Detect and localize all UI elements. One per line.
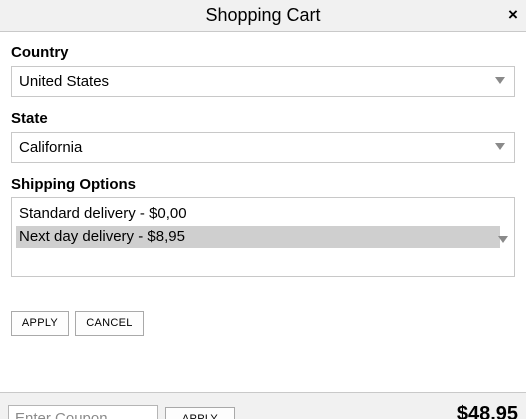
chevron-down-icon[interactable]: [498, 236, 508, 243]
coupon-input[interactable]: [8, 405, 158, 419]
chevron-down-icon: [495, 77, 505, 84]
shipping-options-label: Shipping Options: [11, 176, 136, 193]
country-select[interactable]: United States: [11, 66, 515, 97]
state-select[interactable]: California: [11, 132, 515, 163]
dialog-title: Shopping Cart: [205, 5, 321, 25]
cancel-button[interactable]: CANCEL: [75, 311, 144, 336]
shipping-option-next-day[interactable]: Next day delivery - $8,95: [16, 226, 500, 248]
country-value: United States: [19, 73, 110, 90]
state-value: California: [19, 139, 83, 156]
apply-button[interactable]: APPLY: [11, 311, 69, 336]
shipping-options-listbox[interactable]: Standard delivery - $0,00 Next day deliv…: [11, 197, 515, 277]
coupon-apply-button[interactable]: APPLY: [165, 407, 235, 419]
chevron-down-icon: [495, 143, 505, 150]
close-icon[interactable]: ×: [504, 6, 522, 24]
title-bar: Shopping Cart ×: [0, 0, 526, 32]
shopping-cart-dialog: Shopping Cart × Country United States St…: [0, 0, 526, 419]
shipping-option-standard[interactable]: Standard delivery - $0,00: [16, 203, 500, 225]
cart-footer: APPLY $48.95: [0, 392, 526, 419]
country-label: Country: [11, 44, 69, 61]
state-label: State: [11, 110, 48, 127]
cart-total: $48.95: [456, 403, 518, 419]
